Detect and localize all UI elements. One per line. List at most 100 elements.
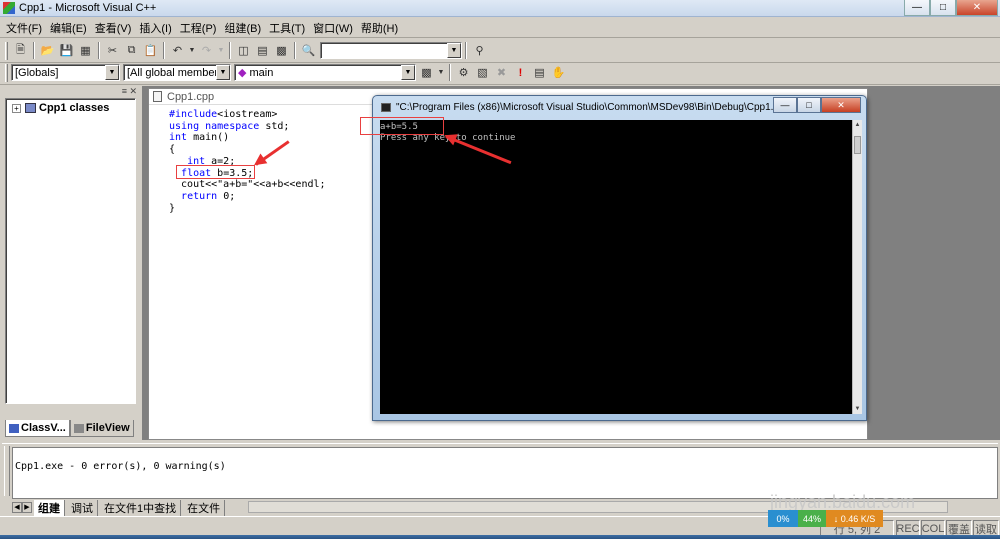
classes-icon <box>25 103 36 113</box>
chevron-down-icon[interactable]: ▼ <box>216 65 230 80</box>
console-scrollbar[interactable]: ▲ ▼ <box>852 120 862 414</box>
scroll-thumb[interactable] <box>854 136 861 154</box>
code-text[interactable]: #include<iostream> using namespace std; … <box>169 109 326 214</box>
toolbar-separator <box>33 42 35 59</box>
code-line: } <box>169 202 176 214</box>
find-combo[interactable]: ▼ <box>320 42 462 59</box>
code-line: { <box>169 144 176 156</box>
memory-usage: 44% <box>798 510 826 527</box>
tab-scroll-right-icon[interactable]: ▶ <box>22 502 32 513</box>
code-line: int main() <box>169 132 230 144</box>
toolbar-separator <box>98 42 100 59</box>
classview-icon <box>9 423 19 433</box>
function-value: main <box>249 66 274 79</box>
menu-tools[interactable]: 工具(T) <box>265 20 309 36</box>
open-folder-icon[interactable]: 📂 <box>39 42 56 59</box>
console-minimize-button[interactable]: — <box>773 97 797 113</box>
console-screen[interactable]: a+b=5.5 Press any key to continue <box>380 120 852 414</box>
new-file-icon[interactable]: 🗎 <box>12 42 29 59</box>
workspace-header: ≡ ✕ <box>2 86 139 98</box>
members-combo[interactable]: [All global members ▼ <box>123 64 231 81</box>
redo-icon[interactable]: ↷ <box>198 42 215 59</box>
breakpoint-hand-icon[interactable]: ✋ <box>550 64 567 81</box>
expand-icon[interactable]: + <box>12 103 21 113</box>
function-combo[interactable]: ◆ main ▼ <box>234 64 416 81</box>
tab-debug[interactable]: 调试 <box>67 499 98 516</box>
console-icon <box>381 102 391 112</box>
toolbar-separator <box>465 42 467 59</box>
editor-gutter[interactable] <box>149 106 167 439</box>
menu-file[interactable]: 文件(F) <box>2 20 46 36</box>
tab-find-in-files-2[interactable]: 在文件 <box>183 499 226 516</box>
toolbar-grip[interactable] <box>5 41 8 60</box>
menu-edit[interactable]: 编辑(E) <box>46 20 91 36</box>
build-icon[interactable]: ▧ <box>474 64 491 81</box>
toolbar-separator <box>294 42 296 59</box>
toolbar-separator <box>449 64 451 81</box>
console-window-controls: — □ ✕ <box>773 97 861 113</box>
class-tree[interactable]: + Cpp1 classes <box>5 98 136 404</box>
wizard-action-dropdown-icon[interactable]: ▼ <box>437 64 445 81</box>
editor-filename: Cpp1.cpp <box>167 90 215 103</box>
download-arrow-icon: ↓ <box>833 513 841 524</box>
toolbar-separator <box>229 42 231 59</box>
wizard-bar: [Globals] ▼ [All global members ▼ ◆ main… <box>0 61 1000 85</box>
workspace-icon[interactable]: ◫ <box>235 42 252 59</box>
function-icon: ◆ <box>238 67 247 79</box>
chevron-down-icon[interactable]: ▼ <box>401 65 415 80</box>
menu-project[interactable]: 工程(P) <box>176 20 221 36</box>
go-icon[interactable]: ▤ <box>531 64 548 81</box>
menu-insert[interactable]: 插入(I) <box>135 20 175 36</box>
chevron-down-icon[interactable]: ▼ <box>447 43 461 58</box>
chevron-down-icon[interactable]: ▼ <box>105 65 119 80</box>
code-line: return 0; <box>181 190 236 202</box>
tab-classview-label: ClassV... <box>21 422 66 434</box>
toolbar-grip[interactable] <box>5 63 8 82</box>
window-list-icon[interactable]: ▩ <box>273 42 290 59</box>
compile-icon[interactable]: ⚙ <box>455 64 472 81</box>
wizard-action-icon[interactable]: ▩ <box>418 64 435 81</box>
copy-icon[interactable]: ⧉ <box>123 42 140 59</box>
console-window[interactable]: "C:\Program Files (x86)\Microsoft Visual… <box>372 95 867 421</box>
minimize-button[interactable]: — <box>904 0 930 16</box>
download-speed-value: 0.46 K/S <box>840 513 876 524</box>
menu-build[interactable]: 组建(B) <box>220 20 265 36</box>
console-maximize-button[interactable]: □ <box>797 97 821 113</box>
tab-build[interactable]: 组建 <box>34 499 65 516</box>
tab-scroll-left-icon[interactable]: ◀ <box>12 502 22 513</box>
scope-combo[interactable]: [Globals] ▼ <box>11 64 120 81</box>
undo-icon[interactable]: ↶ <box>169 42 186 59</box>
tab-find-in-files-1[interactable]: 在文件1中查找 <box>100 499 182 516</box>
document-icon <box>153 91 162 102</box>
scroll-down-icon[interactable]: ▼ <box>853 404 862 414</box>
workspace-tabs: ClassV... FileView <box>5 420 134 437</box>
menu-help[interactable]: 帮助(H) <box>357 20 402 36</box>
workspace-close-icon[interactable]: ≡ ✕ <box>122 86 137 97</box>
console-close-button[interactable]: ✕ <box>821 97 861 113</box>
tab-fileview-label: FileView <box>85 422 130 434</box>
undo-dropdown-icon[interactable]: ▼ <box>188 42 196 59</box>
scroll-up-icon[interactable]: ▲ <box>853 120 862 130</box>
fileview-icon <box>73 423 84 433</box>
standard-toolbar: 🗎 📂 💾 ▦ ✂ ⧉ 📋 ↶ ▼ ↷ ▼ ◫ ▤ ▩ 🔍 ▼ ⚲ <box>0 39 1000 63</box>
find-in-files-icon[interactable]: 🔍 <box>300 42 317 59</box>
cut-icon[interactable]: ✂ <box>104 42 121 59</box>
search-binoculars-icon[interactable]: ⚲ <box>471 42 488 59</box>
save-icon[interactable]: 💾 <box>58 42 75 59</box>
output-grip[interactable] <box>4 446 10 496</box>
stop-build-icon[interactable]: ✖ <box>493 64 510 81</box>
tab-classview[interactable]: ClassV... <box>5 420 70 437</box>
save-all-icon[interactable]: ▦ <box>77 42 94 59</box>
close-button[interactable]: ✕ <box>956 0 998 16</box>
output-window-icon[interactable]: ▤ <box>254 42 271 59</box>
maximize-button[interactable]: □ <box>930 0 956 16</box>
members-value: [All global members <box>127 66 224 79</box>
execute-icon[interactable]: ! <box>512 64 529 81</box>
menu-window[interactable]: 窗口(W) <box>309 20 357 36</box>
tree-item-cpp1-classes[interactable]: + Cpp1 classes <box>12 102 135 114</box>
paste-icon[interactable]: 📋 <box>142 42 159 59</box>
redo-dropdown-icon[interactable]: ▼ <box>217 42 225 59</box>
tab-fileview[interactable]: FileView <box>69 420 134 437</box>
app-icon <box>3 2 15 14</box>
menu-view[interactable]: 查看(V) <box>91 20 136 36</box>
